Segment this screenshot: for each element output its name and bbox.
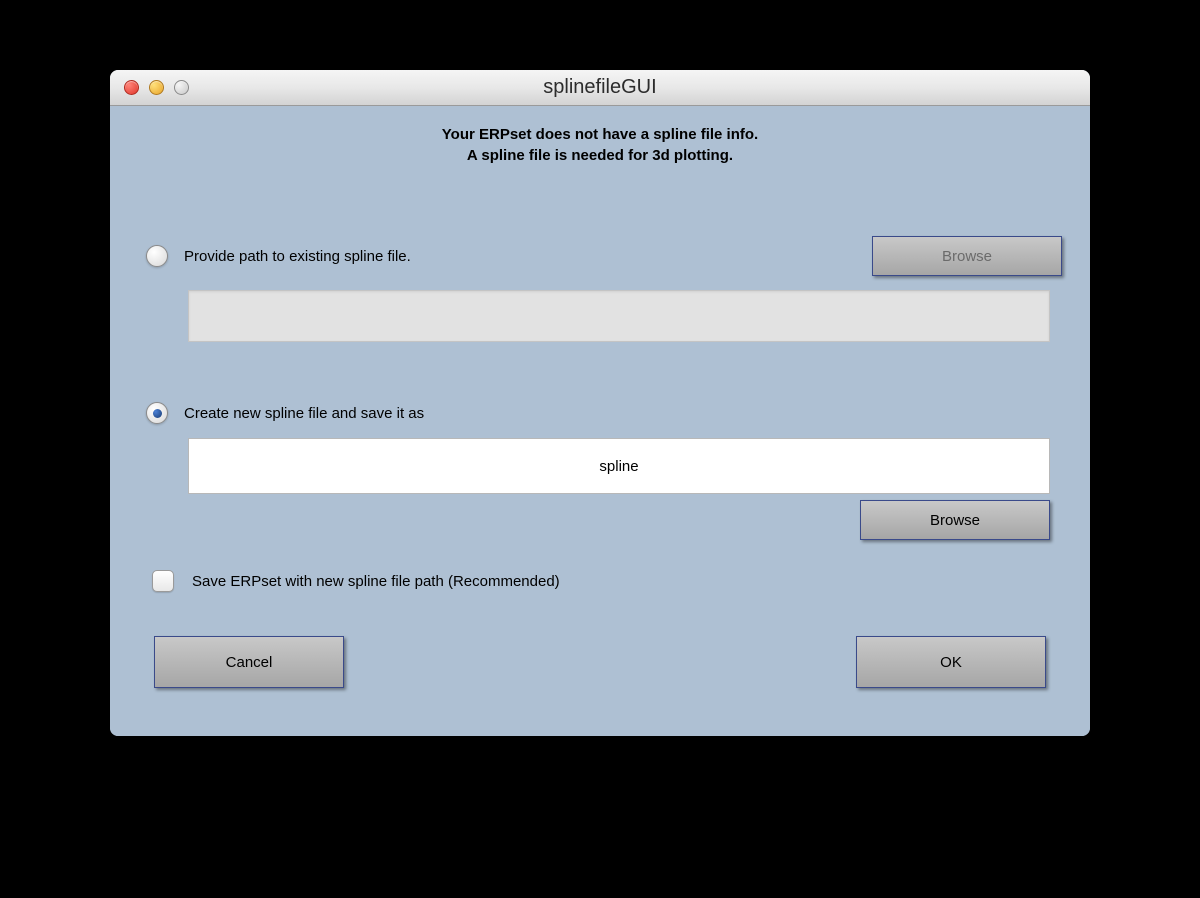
option-existing: Provide path to existing spline file.	[146, 245, 411, 267]
dialog-content: Your ERPset does not have a spline file …	[110, 106, 1090, 736]
save-erpset-checkbox[interactable]	[152, 570, 174, 592]
dialog-window: splinefileGUI Your ERPset does not have …	[110, 70, 1090, 736]
heading-line-2: A spline file is needed for 3d plotting.	[138, 145, 1062, 166]
create-spline-filename-field[interactable]	[188, 438, 1050, 494]
traffic-lights	[110, 80, 189, 95]
titlebar: splinefileGUI	[110, 70, 1090, 106]
heading-line-1: Your ERPset does not have a spline file …	[138, 124, 1062, 145]
maximize-icon[interactable]	[174, 80, 189, 95]
save-erpset-row: Save ERPset with new spline file path (R…	[152, 570, 1062, 592]
option-existing-row: Provide path to existing spline file. Br…	[138, 236, 1062, 276]
close-icon[interactable]	[124, 80, 139, 95]
radio-create-spline[interactable]	[146, 402, 168, 424]
option-existing-label: Provide path to existing spline file.	[184, 248, 411, 265]
existing-spline-path-input[interactable]	[188, 290, 1050, 342]
dialog-heading: Your ERPset does not have a spline file …	[138, 124, 1062, 166]
create-spline-filename-input[interactable]	[519, 458, 719, 475]
option-create-label: Create new spline file and save it as	[184, 405, 424, 422]
cancel-button[interactable]: Cancel	[154, 636, 344, 688]
ok-button[interactable]: OK	[856, 636, 1046, 688]
option-create: Create new spline file and save it as	[146, 402, 1062, 424]
save-erpset-label: Save ERPset with new spline file path (R…	[192, 573, 560, 590]
window-title: splinefileGUI	[110, 76, 1090, 99]
browse-existing-button[interactable]: Browse	[872, 236, 1062, 276]
radio-selected-dot-icon	[153, 409, 162, 418]
radio-existing-spline[interactable]	[146, 245, 168, 267]
browse-create-row: Browse	[138, 500, 1050, 540]
browse-create-button[interactable]: Browse	[860, 500, 1050, 540]
dialog-footer: Cancel OK	[138, 636, 1062, 688]
minimize-icon[interactable]	[149, 80, 164, 95]
